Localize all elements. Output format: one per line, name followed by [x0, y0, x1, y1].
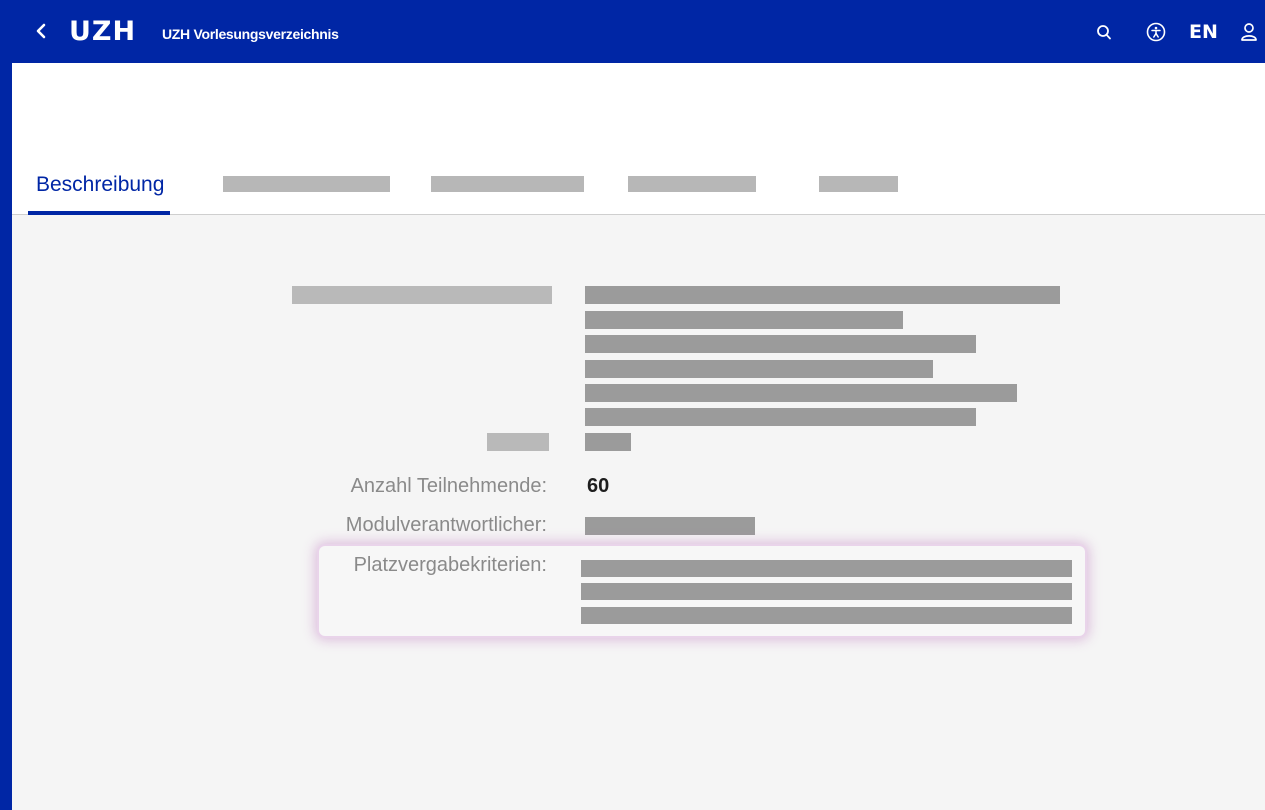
redacted-text-line: [585, 335, 976, 353]
back-button[interactable]: [34, 21, 54, 45]
allocation-criteria-label: Platzvergabekriterien:: [353, 554, 547, 576]
app-title[interactable]: UZH Vorlesungsverzeichnis: [162, 25, 339, 43]
accessibility-icon[interactable]: [1146, 22, 1166, 46]
redacted-text-line: [581, 560, 1072, 577]
redacted-text-line: [581, 607, 1072, 624]
redacted-label: [292, 286, 552, 304]
tab-bar: Beschreibung: [12, 63, 1265, 215]
redacted-text-line: [585, 384, 1017, 402]
redacted-text-line: [581, 583, 1072, 600]
tab-redacted-2[interactable]: [431, 176, 584, 192]
redacted-label: [487, 433, 549, 451]
search-icon[interactable]: [1096, 24, 1112, 46]
tab-redacted-1[interactable]: [223, 176, 390, 192]
top-header: UZH UZH Vorlesungsverzeichnis EN: [12, 0, 1265, 63]
chevron-left-icon: [36, 23, 46, 39]
redacted-module-lead: [585, 517, 755, 535]
language-switch[interactable]: EN: [1189, 20, 1218, 44]
module-lead-label: Modulverantwortlicher:: [345, 514, 547, 536]
user-icon[interactable]: [1240, 22, 1258, 46]
participants-label: Anzahl Teilnehmende:: [350, 475, 547, 497]
redacted-text-line: [585, 408, 976, 426]
redacted-text-line: [585, 360, 933, 378]
tab-beschreibung[interactable]: Beschreibung: [28, 171, 170, 215]
page: UZH UZH Vorlesungsverzeichnis EN Beschre…: [12, 0, 1265, 810]
uzh-logo[interactable]: UZH: [69, 17, 136, 47]
redacted-value: [585, 433, 631, 451]
redacted-text-line: [585, 286, 1060, 304]
redacted-text-line: [585, 311, 903, 329]
tab-redacted-4[interactable]: [819, 176, 898, 192]
tab-label: Beschreibung: [36, 173, 165, 196]
participants-value: 60: [587, 475, 610, 497]
tab-redacted-3[interactable]: [628, 176, 756, 192]
